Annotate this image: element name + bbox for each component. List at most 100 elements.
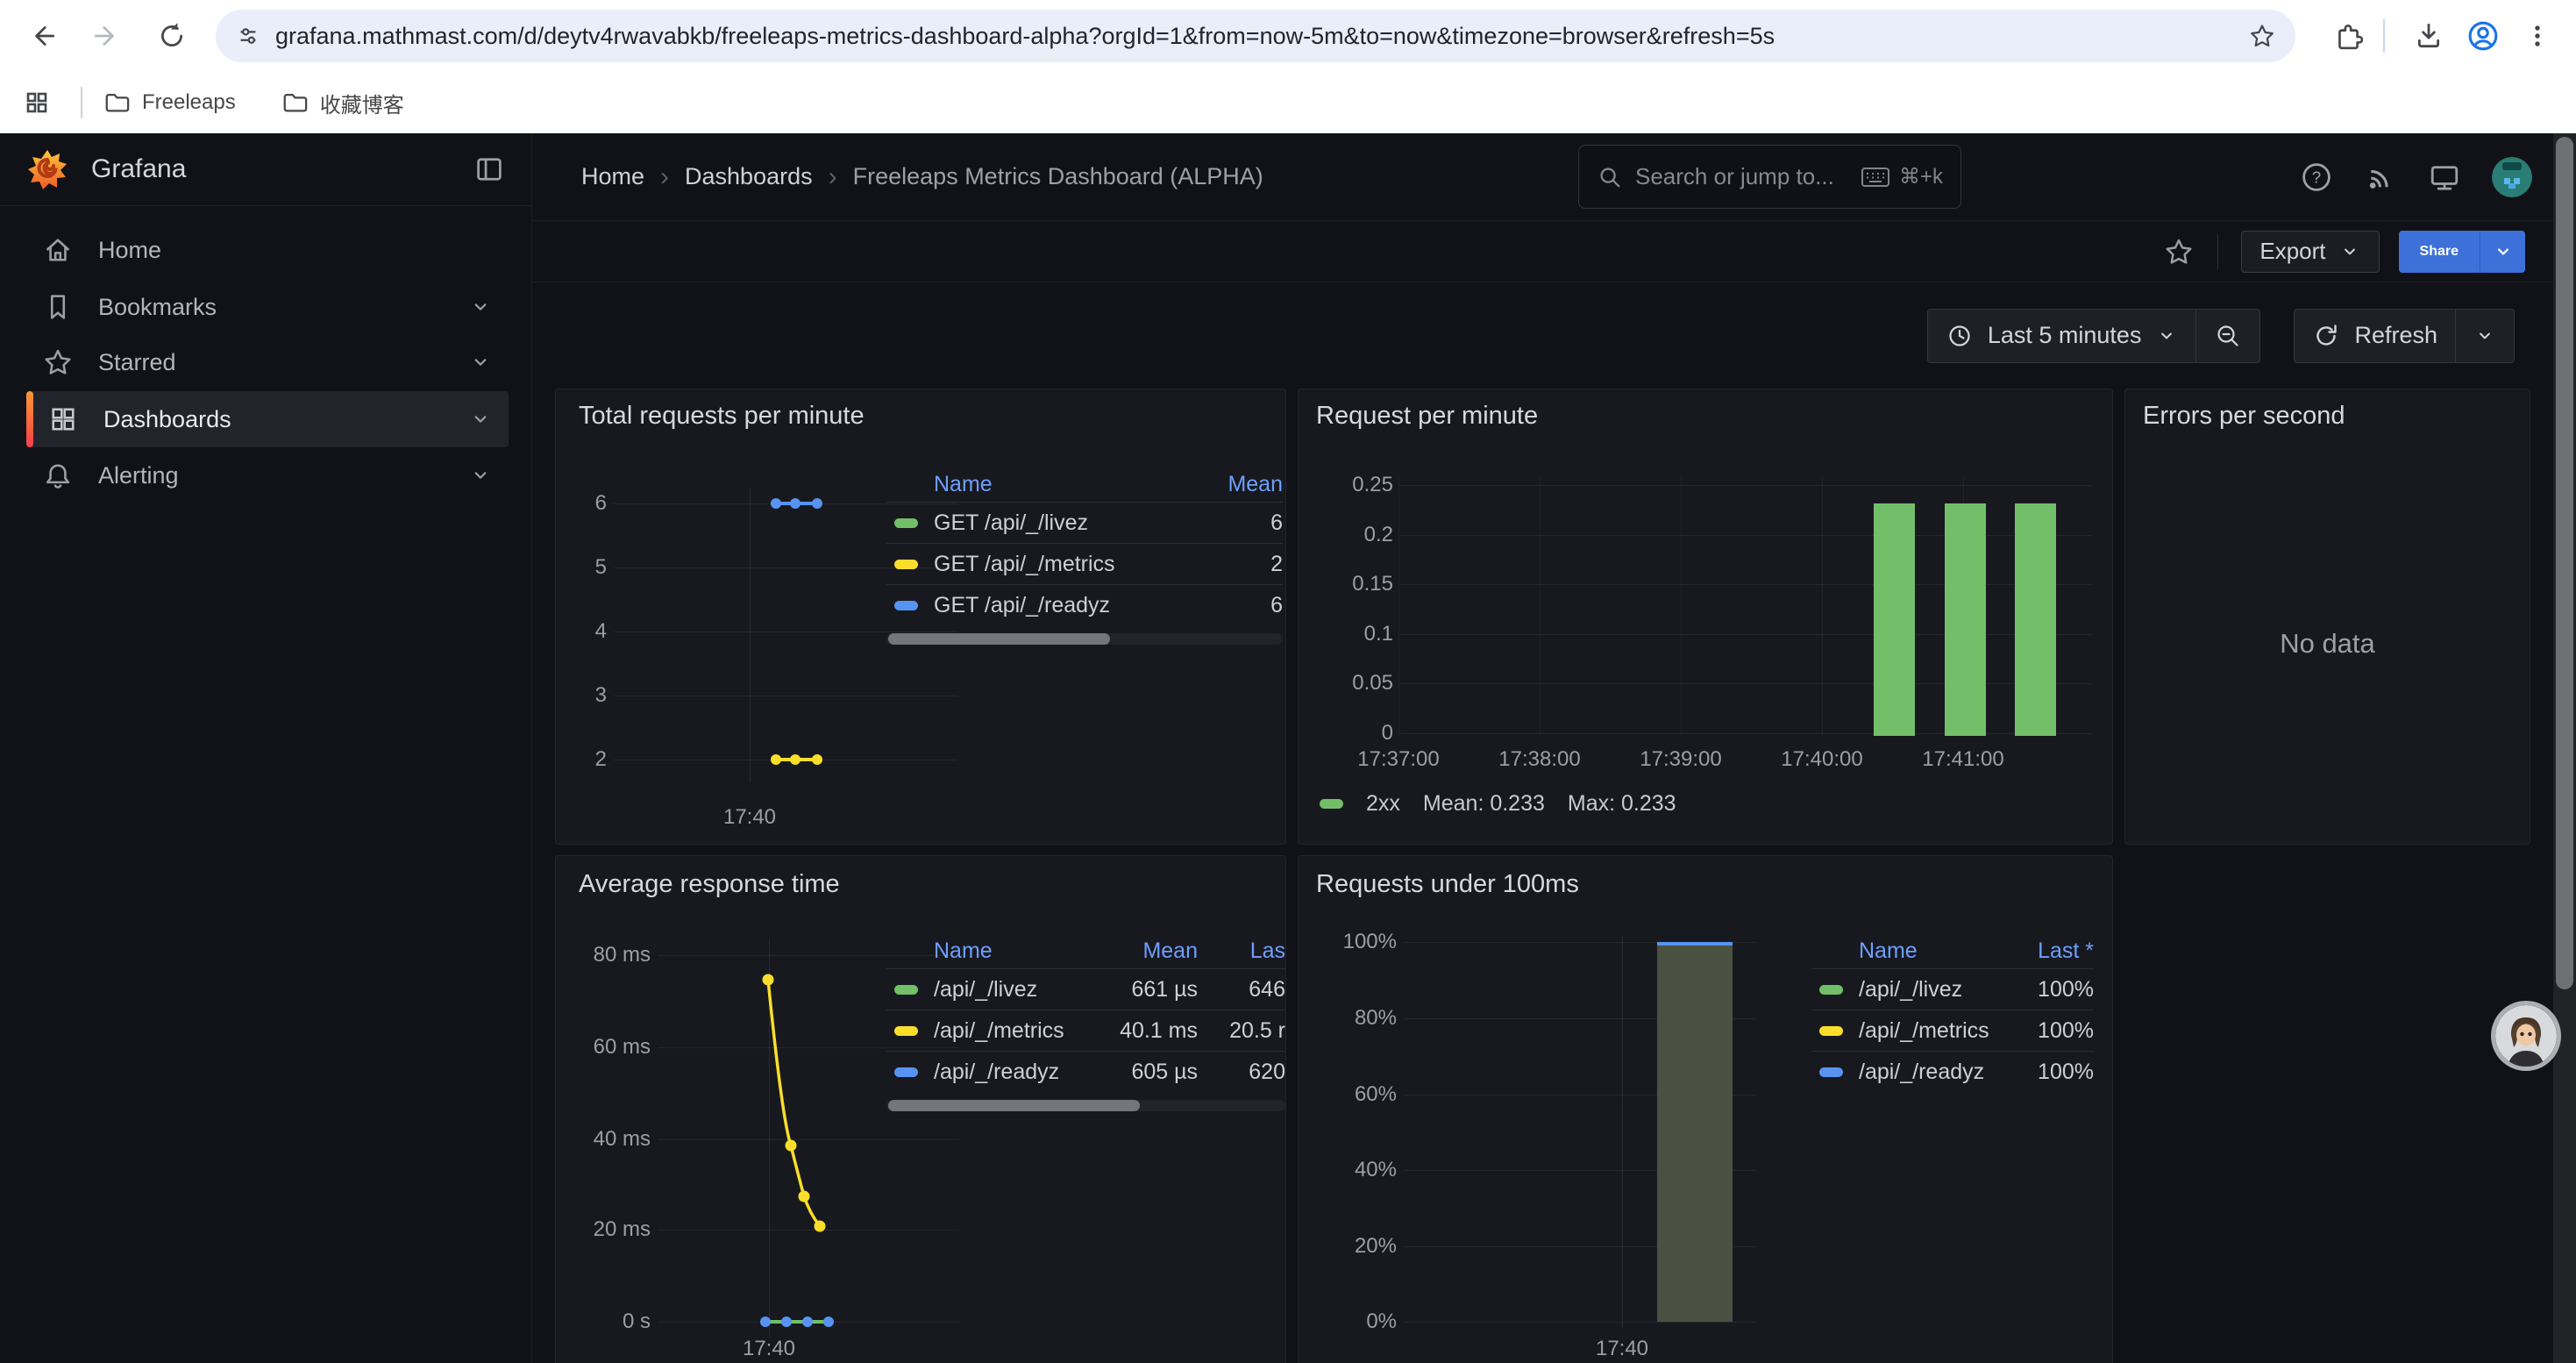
legend-header-name[interactable]: Name <box>934 938 993 964</box>
refresh-group: Refresh <box>2294 309 2515 363</box>
legend: 2xx Mean: 0.233 Max: 0.233 <box>1320 791 1676 817</box>
refresh-interval-button[interactable] <box>2456 310 2514 362</box>
bookmark-star-icon[interactable] <box>2248 22 2276 50</box>
sidebar-item-dashboards[interactable]: Dashboards <box>26 391 509 447</box>
series-name[interactable]: /api/_/readyz <box>934 1060 1059 1085</box>
page-scrollbar[interactable] <box>2553 133 2576 1363</box>
legend-scrollbar[interactable] <box>886 1100 1285 1111</box>
legend-header-mean[interactable]: Mean <box>1228 472 1283 497</box>
brand-label: Grafana <box>91 154 186 184</box>
legend-header-last[interactable]: Last * <box>2038 938 2094 964</box>
time-range-label: Last 5 minutes <box>1988 322 2142 349</box>
series-swatch-yellow <box>1819 1026 1843 1036</box>
sidebar-toggle-icon[interactable] <box>473 153 505 185</box>
chevron-down-icon[interactable] <box>468 407 493 432</box>
panel-title[interactable]: Requests under 100ms <box>1316 870 1579 899</box>
panel-title[interactable]: Request per minute <box>1316 402 1538 431</box>
url-text[interactable]: grafana.mathmast.com/d/deytv4rwavabkb/fr… <box>275 23 2238 50</box>
user-avatar[interactable] <box>2492 157 2532 197</box>
legend-scrollbar[interactable] <box>886 633 1283 645</box>
site-permissions-icon[interactable] <box>235 23 261 49</box>
export-button[interactable]: Export <box>2241 231 2379 273</box>
series-swatch-blue <box>1819 1067 1843 1077</box>
time-range-picker[interactable]: Last 5 minutes <box>1928 310 2196 362</box>
series-name[interactable]: 2xx <box>1366 791 1400 817</box>
search-icon <box>1597 164 1623 190</box>
panel-title[interactable]: Total requests per minute <box>579 402 865 431</box>
zoom-out-icon <box>2214 322 2242 350</box>
bookmark-label: 收藏博客 <box>320 88 404 118</box>
legend-row: /api/_/readyz 100% <box>1811 1051 2094 1092</box>
sidebar-item-label: Home <box>98 237 161 264</box>
y-tick: 80 ms <box>563 943 651 967</box>
downloads-icon[interactable] <box>2406 13 2451 59</box>
y-tick: 60% <box>1306 1082 1397 1107</box>
y-tick: 2 <box>572 747 607 772</box>
gridline <box>1822 477 1823 736</box>
series-mean: Mean: 0.233 <box>1423 791 1545 817</box>
help-icon[interactable]: ? <box>2299 160 2334 195</box>
bookmark-folder-blogs[interactable]: 收藏博客 <box>281 88 404 118</box>
sidebar-item-alerting[interactable]: Alerting <box>26 447 509 503</box>
browser-menu-icon[interactable] <box>2515 13 2560 59</box>
panel-errors-per-second: Errors per second No data <box>2124 389 2530 845</box>
bookmark-folder-freeleaps[interactable]: Freeleaps <box>103 89 236 116</box>
favorite-star-icon[interactable] <box>2163 236 2195 268</box>
legend-header-last[interactable]: Las <box>1198 938 1285 964</box>
series-name[interactable]: /api/_/livez <box>934 977 1037 1003</box>
forward-icon[interactable] <box>84 13 130 59</box>
y-tick: 6 <box>572 491 607 516</box>
series-name[interactable]: /api/_/livez <box>1859 977 1962 1003</box>
sidebar-item-starred[interactable]: Starred <box>26 334 509 390</box>
panel-title[interactable]: Errors per second <box>2143 402 2345 431</box>
chevron-down-icon[interactable] <box>468 463 493 488</box>
news-rss-icon[interactable] <box>2364 161 2397 194</box>
share-button[interactable]: Share <box>2399 231 2480 273</box>
chevron-down-icon[interactable] <box>468 295 493 319</box>
chevron-down-icon <box>2473 325 2496 347</box>
profile-icon[interactable] <box>2460 13 2506 59</box>
series-name[interactable]: GET /api/_/metrics <box>934 552 1115 577</box>
refresh-button[interactable]: Refresh <box>2295 310 2455 362</box>
back-icon[interactable] <box>19 13 65 59</box>
series-last: 620 <box>1198 1060 1285 1085</box>
legend-header: Name Last * <box>1811 933 2094 968</box>
gridline <box>1400 485 2091 486</box>
search-input[interactable]: Search or jump to... ⌘+k <box>1578 145 1961 209</box>
series-swatch-green <box>1819 985 1843 995</box>
zoom-out-button[interactable] <box>2196 310 2259 362</box>
legend-table: Name Last * /api/_/livez 100% /api/_/met… <box>1811 933 2094 1092</box>
sidebar-item-bookmarks[interactable]: Bookmarks <box>26 279 509 335</box>
floating-assistant-avatar[interactable] <box>2495 1005 2557 1067</box>
sidebar-item-home[interactable]: Home <box>26 222 509 278</box>
apps-grid-icon[interactable] <box>14 80 60 125</box>
breadcrumb-home[interactable]: Home <box>581 163 644 190</box>
series-name[interactable]: /api/_/readyz <box>1859 1060 1984 1085</box>
gridline <box>1681 477 1682 736</box>
monitor-icon[interactable] <box>2427 160 2462 195</box>
legend-table: Name Mean GET /api/_/livez 6 GET /api/_/… <box>886 467 1283 645</box>
legend-header-mean[interactable]: Mean <box>1092 938 1198 964</box>
legend-header-name[interactable]: Name <box>934 472 993 497</box>
page-scrollbar-thumb[interactable] <box>2556 137 2573 989</box>
breadcrumb-separator: › <box>829 162 837 192</box>
legend-header-name[interactable]: Name <box>1859 938 1918 964</box>
series-name[interactable]: /api/_/metrics <box>934 1018 1064 1044</box>
url-bar[interactable]: grafana.mathmast.com/d/deytv4rwavabkb/fr… <box>216 10 2295 62</box>
series-name[interactable]: /api/_/metrics <box>1859 1018 1989 1044</box>
series-name[interactable]: GET /api/_/readyz <box>934 593 1110 618</box>
panel-title[interactable]: Average response time <box>579 870 840 899</box>
series-name[interactable]: GET /api/_/livez <box>934 510 1088 536</box>
share-menu-button[interactable] <box>2480 231 2525 273</box>
grafana-logo[interactable] <box>26 148 68 190</box>
reload-icon[interactable] <box>149 13 195 59</box>
breadcrumb: Home › Dashboards › Freeleaps Metrics Da… <box>581 162 1263 192</box>
extensions-icon[interactable] <box>2325 13 2371 59</box>
chevron-down-icon[interactable] <box>468 350 493 375</box>
series-last: 646 <box>1198 977 1285 1003</box>
series-last: 100% <box>2038 977 2094 1003</box>
bar-2xx <box>2015 503 2056 736</box>
bar-2xx <box>1874 503 1915 736</box>
breadcrumb-dashboards[interactable]: Dashboards <box>685 163 813 190</box>
x-tick: 17:39:00 <box>1628 747 1733 772</box>
